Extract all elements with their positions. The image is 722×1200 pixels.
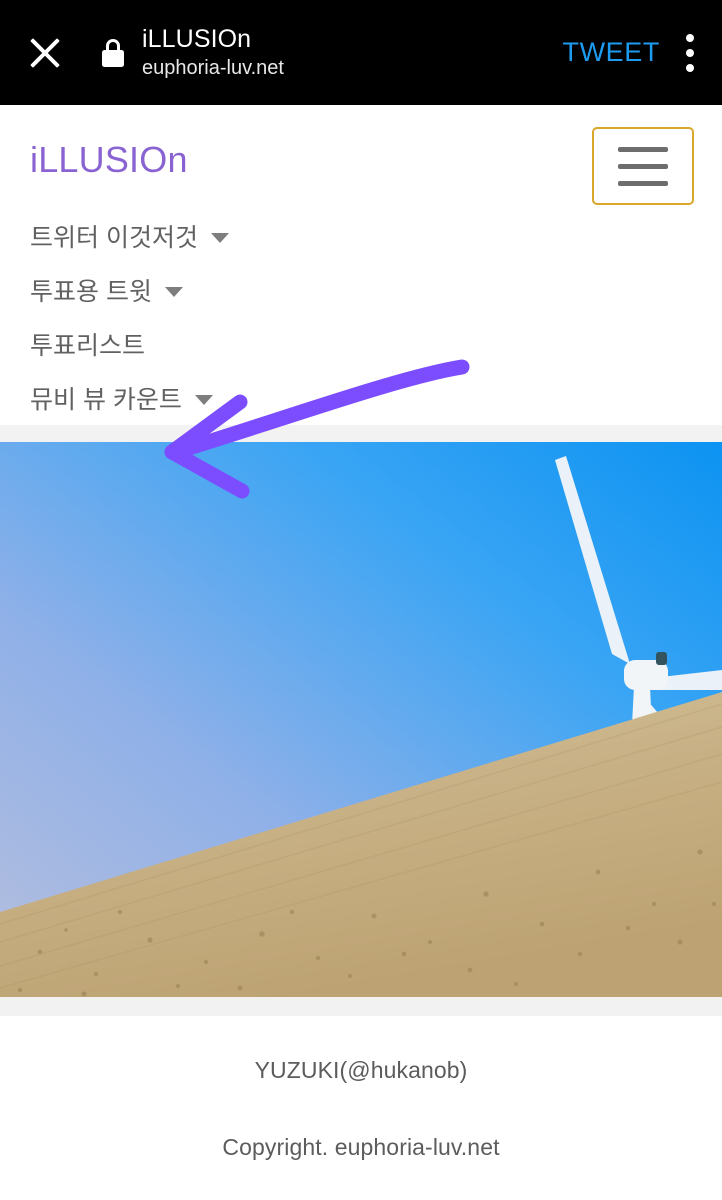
nav-item-label: 투표용 트윗 <box>30 278 152 306</box>
chrome-site-title: iLLUSIOn <box>142 25 252 54</box>
hero-image <box>0 442 722 997</box>
lock-body <box>102 49 124 67</box>
nav-item-mv-view-count[interactable]: 뮤비 뷰 카운트 <box>30 371 213 425</box>
image-credit: YUZUKI(@hukanob) <box>254 1057 468 1083</box>
main-nav-list: 트위터 이것저것 투표용 트윗 투표리스트 뮤비 뷰 카운트 <box>0 203 722 425</box>
chevron-down-icon <box>164 287 183 297</box>
kebab-dot <box>686 33 694 42</box>
hamburger-bar <box>618 163 668 169</box>
page-footer: YUZUKI(@hukanob) Copyright. euphoria-luv… <box>0 1016 722 1161</box>
site-info: iLLUSIOn euphoria-luv.net <box>142 25 563 80</box>
hero-image-graphic <box>0 442 722 997</box>
nav-item-vote-tweet[interactable]: 투표용 트윗 <box>30 263 183 317</box>
spacer-band-top <box>0 425 722 442</box>
lock-icon <box>102 38 124 67</box>
chevron-down-icon <box>210 233 229 243</box>
nav-item-vote-list[interactable]: 투표리스트 <box>30 317 145 371</box>
kebab-dot <box>686 63 694 72</box>
nav-item-label: 트위터 이것저것 <box>30 224 198 252</box>
hamburger-bar <box>618 146 668 152</box>
browser-chrome-bar: iLLUSIOn euphoria-luv.net TWEET <box>0 0 722 105</box>
chevron-down-icon <box>194 395 213 405</box>
tweet-button[interactable]: TWEET <box>563 37 661 68</box>
copyright-text: Copyright. euphoria-luv.net <box>222 1134 500 1160</box>
site-header: iLLUSIOn <box>0 105 722 205</box>
kebab-dot <box>686 48 694 57</box>
site-brand-logo[interactable]: iLLUSIOn <box>30 139 188 181</box>
hamburger-bar <box>618 180 668 186</box>
chrome-site-url: euphoria-luv.net <box>142 56 284 79</box>
kebab-menu-icon[interactable] <box>686 33 694 72</box>
spacer-band-bottom <box>0 997 722 1016</box>
close-icon[interactable] <box>26 34 64 72</box>
nav-item-twitter-misc[interactable]: 트위터 이것저것 <box>30 209 229 263</box>
nav-item-label: 투표리스트 <box>30 332 146 360</box>
webpage-body: iLLUSIOn 트위터 이것저것 투표용 트윗 투표리스트 뮤비 뷰 카운트 <box>0 105 722 1161</box>
nav-item-label: 뮤비 뷰 카운트 <box>30 386 182 414</box>
hamburger-icon[interactable] <box>592 127 694 205</box>
